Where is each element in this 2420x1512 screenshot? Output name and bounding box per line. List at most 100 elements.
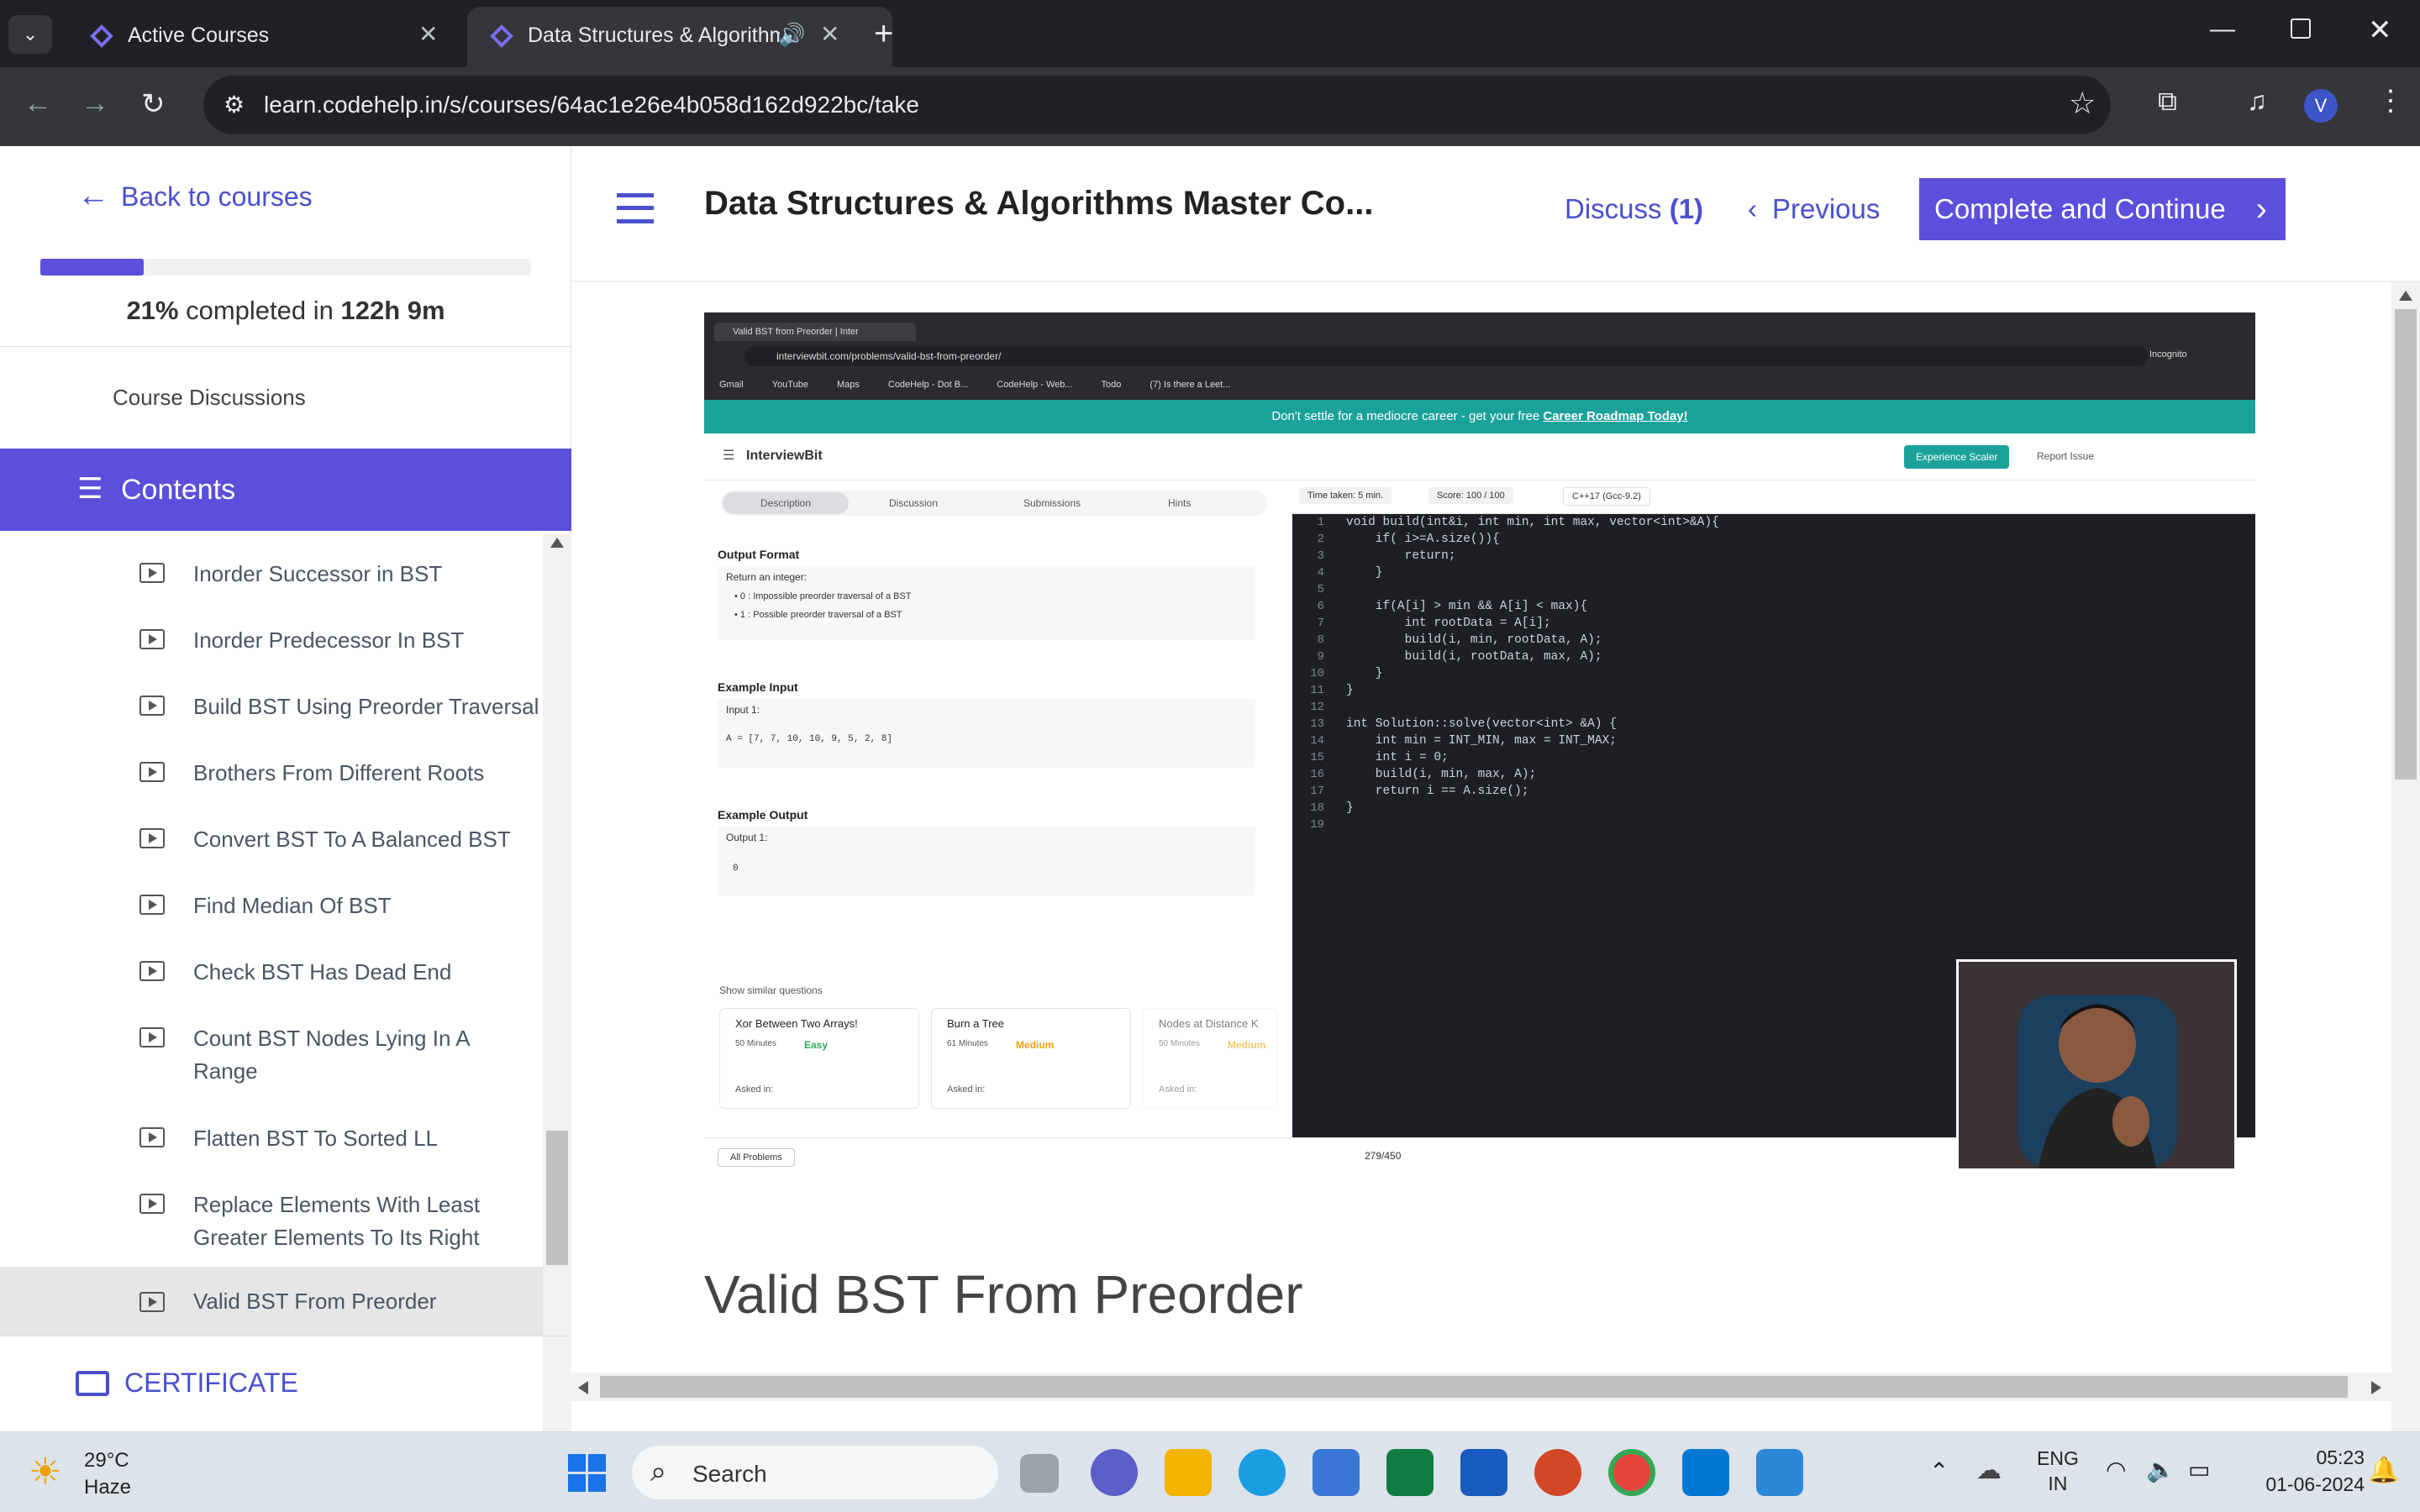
main-content: Data Structures & Algorithms Master Co..…: [571, 146, 2420, 1509]
main-vertical-scrollbar[interactable]: [2391, 282, 2420, 1509]
course-discussions-link[interactable]: Course Discussions: [113, 385, 306, 411]
lesson-item-active[interactable]: Valid BST From Preorder: [193, 1285, 597, 1318]
start-button[interactable]: [568, 1454, 607, 1493]
lesson-item[interactable]: Convert BST To A Balanced BST: [193, 823, 597, 856]
audio-playing-icon[interactable]: 🔊: [778, 22, 805, 48]
code-line: if(A[i] > min && A[i] < max){: [1346, 600, 1588, 613]
code-line-number: 4: [1317, 566, 1324, 580]
back-to-courses-link[interactable]: ← Back to courses: [77, 178, 313, 214]
scroll-left-icon[interactable]: [578, 1381, 588, 1394]
main-horizontal-scrollbar[interactable]: [571, 1373, 2391, 1401]
scroll-right-icon[interactable]: [2371, 1381, 2381, 1394]
close-tab-icon[interactable]: ✕: [418, 20, 438, 48]
code-line: build(i, min, rootData, A);: [1346, 633, 1602, 647]
lesson-video[interactable]: Valid BST from Preorder | Inter intervie…: [704, 312, 2255, 1181]
discuss-label: Discuss: [1565, 193, 1662, 224]
scrollbar-thumb[interactable]: [546, 1131, 568, 1265]
lesson-item[interactable]: Flatten BST To Sorted LL: [193, 1122, 597, 1155]
code-line: int Solution::solve(vector<int> &A) {: [1346, 717, 1617, 731]
progress-percent: 21%: [126, 296, 179, 325]
edge-browser-icon[interactable]: [1239, 1449, 1286, 1496]
vscode-icon[interactable]: [1682, 1449, 1729, 1496]
sidebar-scrollbar[interactable]: [543, 534, 571, 1482]
ib-similar-card: Burn a Tree 61 Minutes Medium Asked in:: [931, 1008, 1131, 1109]
previous-label: Previous: [1772, 193, 1881, 224]
sun-haze-icon: ☀: [29, 1452, 62, 1493]
lesson-item[interactable]: Brothers From Different Roots: [193, 757, 597, 790]
code-line-number: 15: [1310, 751, 1324, 764]
video-incognito-label: Incognito: [2149, 349, 2187, 360]
notification-bell-icon[interactable]: 🔔: [2368, 1456, 2399, 1485]
photos-app-icon[interactable]: [1756, 1449, 1803, 1496]
close-tab-icon[interactable]: ✕: [820, 20, 839, 48]
previous-button[interactable]: ‹ Previous: [1748, 193, 1880, 225]
wifi-icon[interactable]: ◠: [2106, 1456, 2126, 1483]
code-line-number: 10: [1310, 667, 1324, 680]
site-info-icon[interactable]: ⚙: [224, 91, 245, 118]
close-window-button[interactable]: ✕: [2368, 13, 2392, 47]
bookmark: Gmail: [719, 380, 744, 390]
chevron-up-icon[interactable]: ⌃: [1929, 1457, 1949, 1485]
lesson-item[interactable]: Check BST Has Dead End: [193, 956, 597, 989]
tab-search-button[interactable]: ⌄: [8, 15, 52, 54]
powerpoint-icon[interactable]: [1534, 1449, 1581, 1496]
chrome-icon[interactable]: [1608, 1449, 1655, 1496]
discuss-link[interactable]: Discuss (1): [1565, 193, 1703, 225]
forward-arrow-icon[interactable]: →: [81, 87, 109, 120]
language-code: ENG: [2037, 1447, 2079, 1469]
video-inner-url: interviewbit.com/problems/valid-bst-from…: [744, 346, 2148, 366]
scroll-up-icon[interactable]: [2399, 291, 2412, 301]
language-indicator[interactable]: ENG IN: [2037, 1446, 2079, 1496]
code-line: if( i>=A.size()){: [1346, 533, 1500, 546]
battery-icon[interactable]: ▭: [2188, 1456, 2210, 1483]
restore-window-button[interactable]: [2291, 18, 2311, 39]
minimize-window-button[interactable]: —: [2210, 15, 2235, 44]
scroll-up-icon[interactable]: [550, 538, 564, 548]
lesson-item[interactable]: Replace Elements With Least Greater Elem…: [193, 1189, 529, 1254]
code-line: build(i, rootData, max, A);: [1346, 650, 1602, 664]
lesson-item[interactable]: Find Median Of BST: [193, 890, 597, 922]
volume-icon[interactable]: 🔈: [2146, 1456, 2175, 1483]
tab-active-courses[interactable]: Active Courses ✕: [67, 7, 467, 67]
ib-time-taken: Time taken: 5 min.: [1299, 487, 1392, 504]
file-explorer-icon[interactable]: [1165, 1449, 1212, 1496]
bookmark-star-icon[interactable]: ☆: [2069, 86, 2096, 121]
extensions-icon[interactable]: ⧉: [2158, 86, 2177, 118]
browser-menu-icon[interactable]: ⋮: [2376, 84, 2405, 118]
back-arrow-icon[interactable]: ←: [24, 87, 52, 120]
video-call-app-icon[interactable]: [1091, 1449, 1138, 1496]
code-line-number: 9: [1317, 650, 1324, 664]
lesson-item[interactable]: Inorder Successor in BST: [193, 558, 597, 591]
onedrive-cloud-icon[interactable]: ☁: [1976, 1456, 2002, 1485]
certificate-link[interactable]: CERTIFICATE: [76, 1366, 298, 1399]
new-tab-button[interactable]: +: [874, 15, 893, 53]
excel-icon[interactable]: [1386, 1449, 1434, 1496]
tab-data-structures[interactable]: Data Structures & Algorithm 🔊 ✕: [467, 7, 892, 67]
lesson-item[interactable]: Build BST Using Preorder Traversal: [193, 690, 597, 723]
complete-and-continue-button[interactable]: Complete and Continue ›: [1919, 178, 2286, 240]
code-line-number: 19: [1310, 818, 1324, 832]
address-bar[interactable]: ⚙ learn.codehelp.in/s/courses/64ac1e26e4…: [203, 76, 2111, 134]
reload-icon[interactable]: ↻: [141, 87, 166, 121]
lesson-item[interactable]: Count BST Nodes Lying In A Range: [193, 1022, 513, 1088]
taskbar-search[interactable]: ⌕ Search: [632, 1446, 998, 1499]
word-icon[interactable]: [1460, 1449, 1507, 1496]
code-line: }: [1346, 667, 1383, 680]
media-control-icon[interactable]: ♫: [2247, 86, 2267, 117]
scrollbar-thumb[interactable]: [2395, 309, 2417, 780]
hamburger-menu-icon[interactable]: [617, 193, 654, 223]
microsoft-store-icon[interactable]: [1313, 1449, 1360, 1496]
chevron-right-icon: ›: [2255, 191, 2267, 228]
clock[interactable]: 05:23 01-06-2024: [2238, 1444, 2365, 1498]
ib-similar-card: Xor Between Two Arrays! 50 Minutes Easy …: [719, 1008, 919, 1109]
video-browser-chrome: Valid BST from Preorder | Inter intervie…: [704, 312, 2255, 400]
task-view-icon[interactable]: [1020, 1454, 1059, 1493]
tab-title: Data Structures & Algorithm: [528, 24, 780, 47]
certificate-label: CERTIFICATE: [124, 1368, 298, 1399]
profile-avatar[interactable]: V: [2304, 89, 2338, 123]
scrollbar-thumb[interactable]: [600, 1376, 2348, 1398]
lesson-item[interactable]: Inorder Predecessor In BST: [193, 624, 597, 657]
contents-header[interactable]: ☰ Contents: [0, 449, 571, 531]
code-line: int rootData = A[i];: [1346, 617, 1551, 630]
